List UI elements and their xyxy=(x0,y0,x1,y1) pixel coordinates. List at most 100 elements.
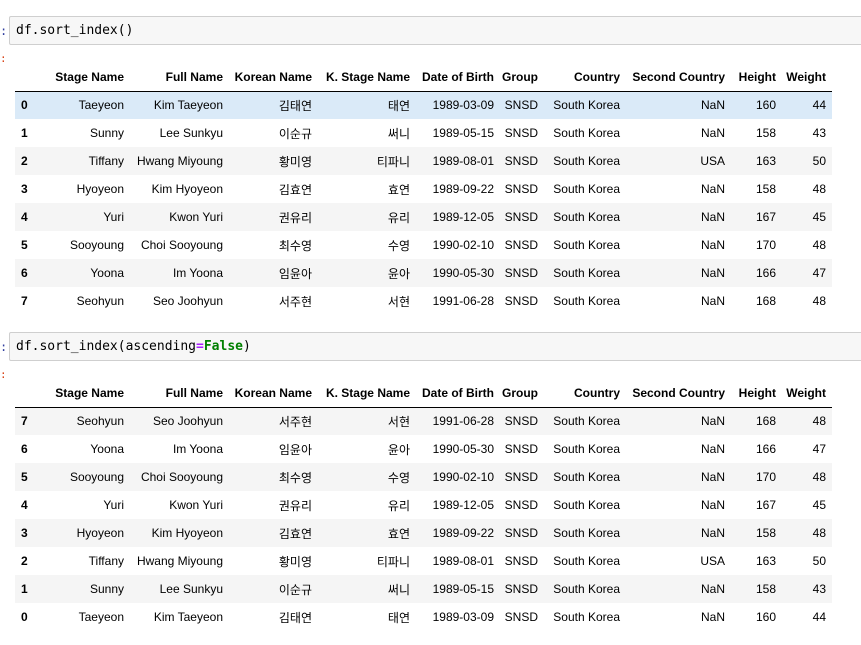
cell-country: South Korea xyxy=(553,238,620,252)
cell-full-name: Im Yoona xyxy=(172,442,223,456)
cell-weight: 47 xyxy=(812,266,826,280)
cell-korean-name: 임윤아 xyxy=(278,266,312,281)
code-2-prefix: df.sort_index(ascending xyxy=(16,339,197,354)
column-header-full-name: Full Name xyxy=(130,379,229,408)
cell-full-name: Kim Hyoyeon xyxy=(151,182,223,196)
column-header-full-name: Full Name xyxy=(130,63,229,92)
cell-height: 168 xyxy=(755,414,776,429)
column-header-date-of-birth: Date of Birth xyxy=(416,63,500,92)
cell-stage-name: Sunny xyxy=(89,126,124,140)
cell-group: SNSD xyxy=(504,182,538,196)
cell-weight: 50 xyxy=(812,554,826,568)
cell-date-of-birth: 1990-05-30 xyxy=(432,266,494,280)
column-header-korean-name: Korean Name xyxy=(229,63,318,92)
table-row[interactable]: 0 Taeyeon Kim Taeyeon 김태연 태연 1989-03-09 SNSD So… xyxy=(15,603,832,631)
cell-full-name: Hwang Miyoung xyxy=(136,154,223,168)
table-row[interactable]: 6 Yoona Im Yoona 임윤아 윤아 1990-05-30 SNSD South K… xyxy=(15,435,832,463)
cell-group: SNSD xyxy=(504,154,538,168)
column-header-date-of-birth: Date of Birth xyxy=(416,379,500,408)
row-index: 5 xyxy=(21,238,28,252)
cell-height: 167 xyxy=(755,498,776,512)
cell-korean-name: 황미영 xyxy=(278,154,312,169)
cell-country: South Korea xyxy=(553,470,620,484)
table-row[interactable]: 1 Sunny Lee Sunkyu 이순규 써니 1989-05-15 SNSD South… xyxy=(15,119,832,147)
cell-full-name: Seo Joohyun xyxy=(152,414,223,429)
cell-group: SNSD xyxy=(504,498,538,512)
cell-second-country: USA xyxy=(700,554,725,568)
cell-korean-name: 이순규 xyxy=(278,582,312,597)
cell-k-stage-name: 수영 xyxy=(387,238,410,253)
table-row[interactable]: 2 Tiffany Hwang Miyoung 황미영 티파니 1989-08-01 SNS… xyxy=(15,147,832,175)
table-row[interactable]: 5 Sooyoung Choi Sooyoung 최수영 수영 1990-02-10 SNS… xyxy=(15,231,832,259)
table-row[interactable]: 3 Hyoyeon Kim Hyoyeon 김효연 효연 1989-09-22 SNSD So… xyxy=(15,175,832,203)
column-header-group: Group xyxy=(500,379,544,408)
row-index: 7 xyxy=(21,294,28,308)
cell-1-output-prompt: : xyxy=(0,52,7,65)
cell-full-name: Kim Taeyeon xyxy=(153,98,223,113)
cell-full-name: Choi Sooyoung xyxy=(140,238,223,252)
table-row[interactable]: 0 Taeyeon Kim Taeyeon 김태연 태연 1989-03-09 SNSD So… xyxy=(15,91,832,119)
table-row[interactable]: 3 Hyoyeon Kim Hyoyeon 김효연 효연 1989-09-22 SNSD So… xyxy=(15,519,832,547)
cell-height: 158 xyxy=(755,126,776,140)
cell-full-name: Choi Sooyoung xyxy=(140,470,223,484)
cell-date-of-birth: 1991-06-28 xyxy=(432,414,494,429)
table-row[interactable]: 4 Yuri Kwon Yuri 권유리 유리 1989-12-05 SNSD South K… xyxy=(15,203,832,231)
code-2-suffix: ) xyxy=(242,339,251,354)
table-row[interactable]: 4 Yuri Kwon Yuri 권유리 유리 1989-12-05 SNSD South K… xyxy=(15,491,832,519)
cell-weight: 47 xyxy=(812,442,826,456)
cell-group: SNSD xyxy=(504,610,538,624)
code-2-operator: = xyxy=(196,339,204,354)
cell-second-country: NaN xyxy=(700,182,725,196)
cell-1-prompt: : xyxy=(0,24,8,38)
row-index: 6 xyxy=(21,266,28,280)
table-row[interactable]: 6 Yoona Im Yoona 임윤아 윤아 1990-05-30 SNSD South K… xyxy=(15,259,832,287)
cell-stage-name: Yuri xyxy=(103,210,124,224)
cell-country: South Korea xyxy=(553,210,620,224)
cell-date-of-birth: 1989-08-01 xyxy=(432,554,494,568)
cell-k-stage-name: 유리 xyxy=(387,210,410,225)
table-row[interactable]: 7 Seohyun Seo Joohyun 서주현 서현 1991-06-28 SNSD So… xyxy=(15,287,832,315)
row-index: 2 xyxy=(21,154,28,168)
row-index: 4 xyxy=(21,210,28,224)
cell-full-name: Hwang Miyoung xyxy=(136,554,223,568)
cell-date-of-birth: 1989-12-05 xyxy=(432,498,494,512)
cell-country: South Korea xyxy=(553,442,620,456)
index-header xyxy=(15,379,37,408)
cell-height: 158 xyxy=(755,526,776,540)
cell-second-country: NaN xyxy=(700,238,725,252)
cell-date-of-birth: 1989-08-01 xyxy=(432,154,494,168)
cell-country: South Korea xyxy=(553,182,620,196)
cell-height: 170 xyxy=(755,238,776,252)
table-row[interactable]: 5 Sooyoung Choi Sooyoung 최수영 수영 1990-02-10 SNS… xyxy=(15,463,832,491)
table-row[interactable]: 2 Tiffany Hwang Miyoung 황미영 티파니 1989-08-01 SNS… xyxy=(15,547,832,575)
cell-second-country: NaN xyxy=(700,498,725,512)
code-cell-2[interactable]: df.sort_index(ascending=False) xyxy=(9,332,861,361)
cell-k-stage-name: 써니 xyxy=(387,582,410,597)
cell-full-name: Kim Taeyeon xyxy=(153,610,223,624)
cell-weight: 43 xyxy=(812,582,826,596)
column-header-group: Group xyxy=(500,63,544,92)
cell-full-name: Kwon Yuri xyxy=(169,210,223,224)
cell-height: 158 xyxy=(755,582,776,596)
cell-group: SNSD xyxy=(504,98,538,113)
table-row[interactable]: 7 Seohyun Seo Joohyun 서주현 서현 1991-06-28 SNSD So… xyxy=(15,407,832,435)
row-index: 1 xyxy=(21,582,28,596)
cell-second-country: NaN xyxy=(700,98,725,113)
code-cell-1[interactable]: df.sort_index() xyxy=(9,16,861,45)
cell-full-name: Lee Sunkyu xyxy=(159,582,223,596)
cell-height: 163 xyxy=(755,554,776,568)
cell-group: SNSD xyxy=(504,526,538,540)
cell-k-stage-name: 효연 xyxy=(387,182,410,197)
row-index: 6 xyxy=(21,442,28,456)
column-header-weight: Weight xyxy=(782,63,832,92)
code-cell-2-text[interactable]: df.sort_index(ascending=False) xyxy=(16,339,251,354)
cell-date-of-birth: 1990-02-10 xyxy=(432,470,494,484)
cell-date-of-birth: 1989-09-22 xyxy=(432,526,494,540)
code-cell-1-text[interactable]: df.sort_index() xyxy=(16,23,133,38)
cell-date-of-birth: 1991-06-28 xyxy=(432,294,494,308)
row-index: 3 xyxy=(21,182,28,196)
cell-second-country: USA xyxy=(700,154,725,168)
table-row[interactable]: 1 Sunny Lee Sunkyu 이순규 써니 1989-05-15 SNSD South… xyxy=(15,575,832,603)
cell-korean-name: 서주현 xyxy=(278,294,312,309)
cell-second-country: NaN xyxy=(700,582,725,596)
